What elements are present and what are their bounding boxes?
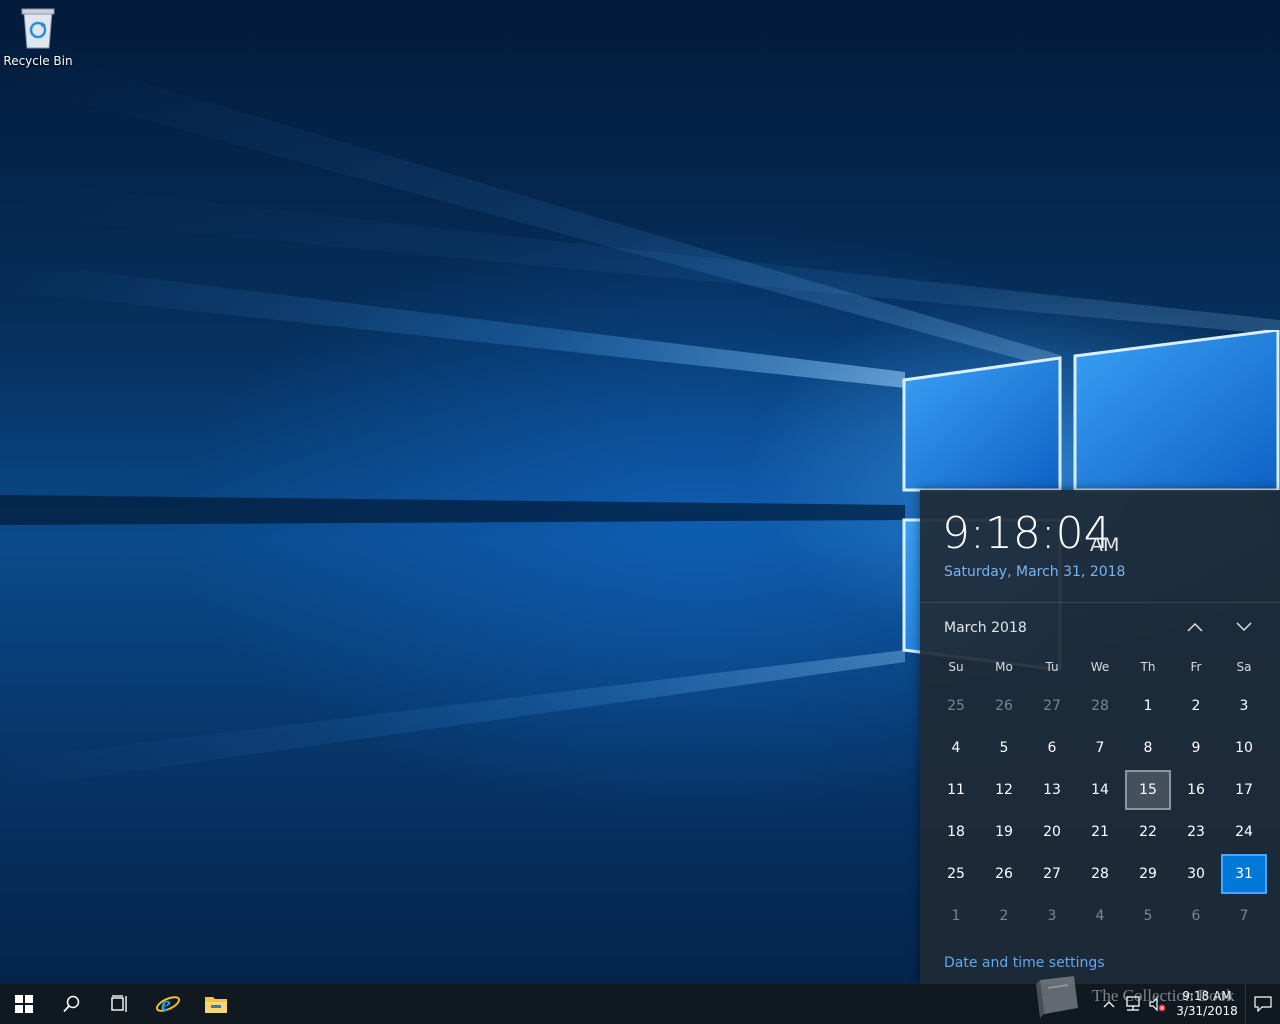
clock-area: 9:18:04 AM Saturday, March 31, 2018	[920, 490, 1280, 603]
calendar-day[interactable]: 21	[1077, 812, 1123, 852]
task-view-icon	[111, 995, 127, 1012]
search-icon	[63, 995, 80, 1013]
calendar-day[interactable]: 16	[1173, 770, 1219, 810]
start-button[interactable]	[0, 984, 48, 1024]
network-button[interactable]	[1121, 984, 1145, 1024]
task-view-button[interactable]	[96, 984, 144, 1024]
taskbar-date: 3/31/2018	[1176, 1004, 1238, 1018]
weekday-header: Su Mo Tu We Th Fr Sa	[932, 660, 1268, 674]
calendar-day[interactable]: 27	[1029, 686, 1075, 726]
calendar-day[interactable]: 9	[1173, 728, 1219, 768]
notification-icon	[1254, 996, 1272, 1012]
system-tray: 9:18 AM 3/31/2018	[1097, 984, 1280, 1024]
calendar-day[interactable]: 13	[1029, 770, 1075, 810]
network-icon	[1126, 996, 1140, 1011]
calendar-day[interactable]: 15	[1125, 770, 1171, 810]
weekday-label: We	[1090, 660, 1110, 674]
calendar-day[interactable]: 7	[1221, 896, 1267, 936]
chevron-down-icon	[1236, 622, 1252, 632]
weekday-label: Fr	[1190, 660, 1202, 674]
calendar-day[interactable]: 29	[1125, 854, 1171, 894]
recycle-bin-shortcut[interactable]: Recycle Bin	[3, 6, 73, 76]
calendar-day[interactable]: 12	[981, 770, 1027, 810]
calendar-day[interactable]: 6	[1173, 896, 1219, 936]
action-center-button[interactable]	[1245, 984, 1280, 1024]
calendar-day[interactable]: 18	[933, 812, 979, 852]
calendar-day[interactable]: 17	[1221, 770, 1267, 810]
clock-calendar-flyout: 9:18:04 AM Saturday, March 31, 2018 Marc…	[920, 490, 1280, 984]
show-hidden-icons-button[interactable]	[1097, 984, 1121, 1024]
calendar-day[interactable]: 4	[1077, 896, 1123, 936]
calendar-day[interactable]: 26	[981, 854, 1027, 894]
volume-muted-icon	[1149, 996, 1166, 1012]
internet-explorer-icon: e	[155, 992, 181, 1016]
calendar-day[interactable]: 2	[1173, 686, 1219, 726]
date-time-settings-link[interactable]: Date and time settings	[944, 955, 1105, 971]
taskbar-time: 9:18 AM	[1182, 989, 1232, 1003]
calendar-day[interactable]: 14	[1077, 770, 1123, 810]
clock-time: 9:18:04	[942, 508, 1112, 559]
calendar-day[interactable]: 28	[1077, 854, 1123, 894]
calendar-day[interactable]: 6	[1029, 728, 1075, 768]
clock-ampm: AM	[1090, 534, 1120, 556]
calendar-day[interactable]: 30	[1173, 854, 1219, 894]
month-label[interactable]: March 2018	[944, 620, 1027, 636]
calendar-grid: 25 26 27 28 1 2 3 4 5 6 7 8 9 10 11 12 13 14 15 16 17 18 19 20 2…	[932, 685, 1268, 937]
volume-button[interactable]	[1145, 984, 1169, 1024]
taskbar-clock[interactable]: 9:18 AM 3/31/2018	[1169, 989, 1245, 1019]
calendar-day[interactable]: 4	[933, 728, 979, 768]
clock-date-link[interactable]: Saturday, March 31, 2018	[944, 564, 1125, 580]
calendar-day[interactable]: 8	[1125, 728, 1171, 768]
taskbar: e 9:18 AM 3/31/2018	[0, 984, 1280, 1024]
calendar-day[interactable]: 20	[1029, 812, 1075, 852]
calendar-day[interactable]: 11	[933, 770, 979, 810]
weekday-label: Sa	[1236, 660, 1252, 674]
calendar-day[interactable]: 28	[1077, 686, 1123, 726]
file-explorer-icon	[205, 997, 227, 1013]
weekday-label: Tu	[1045, 660, 1059, 674]
calendar-day[interactable]: 3	[1221, 686, 1267, 726]
calendar-day[interactable]: 1	[933, 896, 979, 936]
calendar-day[interactable]: 2	[981, 896, 1027, 936]
calendar-day[interactable]: 3	[1029, 896, 1075, 936]
next-month-button[interactable]	[1229, 612, 1259, 642]
file-explorer-button[interactable]	[192, 984, 240, 1024]
calendar-day[interactable]: 19	[981, 812, 1027, 852]
search-button[interactable]	[48, 984, 96, 1024]
calendar-day[interactable]: 27	[1029, 854, 1075, 894]
calendar-day[interactable]: 25	[933, 686, 979, 726]
calendar-day[interactable]: 5	[1125, 896, 1171, 936]
internet-explorer-button[interactable]: e	[144, 984, 192, 1024]
recycle-bin-icon	[21, 8, 55, 49]
calendar-day[interactable]: 26	[981, 686, 1027, 726]
svg-text:e: e	[161, 992, 171, 1016]
weekday-label: Su	[948, 660, 964, 674]
weekday-label: Th	[1140, 660, 1156, 674]
calendar-day-today[interactable]: 31	[1220, 853, 1268, 895]
calendar-day[interactable]: 1	[1125, 686, 1171, 726]
calendar-day[interactable]: 10	[1221, 728, 1267, 768]
calendar-day[interactable]: 5	[981, 728, 1027, 768]
chevron-up-icon	[1103, 1001, 1115, 1008]
weekday-label: Mo	[995, 660, 1013, 674]
windows-logo-icon	[15, 995, 33, 1013]
calendar-day[interactable]: 24	[1221, 812, 1267, 852]
calendar-day[interactable]: 7	[1077, 728, 1123, 768]
previous-month-button[interactable]	[1180, 612, 1210, 642]
calendar-day[interactable]: 25	[933, 854, 979, 894]
chevron-up-icon	[1187, 622, 1203, 632]
recycle-bin-label: Recycle Bin	[3, 54, 73, 68]
calendar-day[interactable]: 23	[1173, 812, 1219, 852]
calendar-day[interactable]: 22	[1125, 812, 1171, 852]
